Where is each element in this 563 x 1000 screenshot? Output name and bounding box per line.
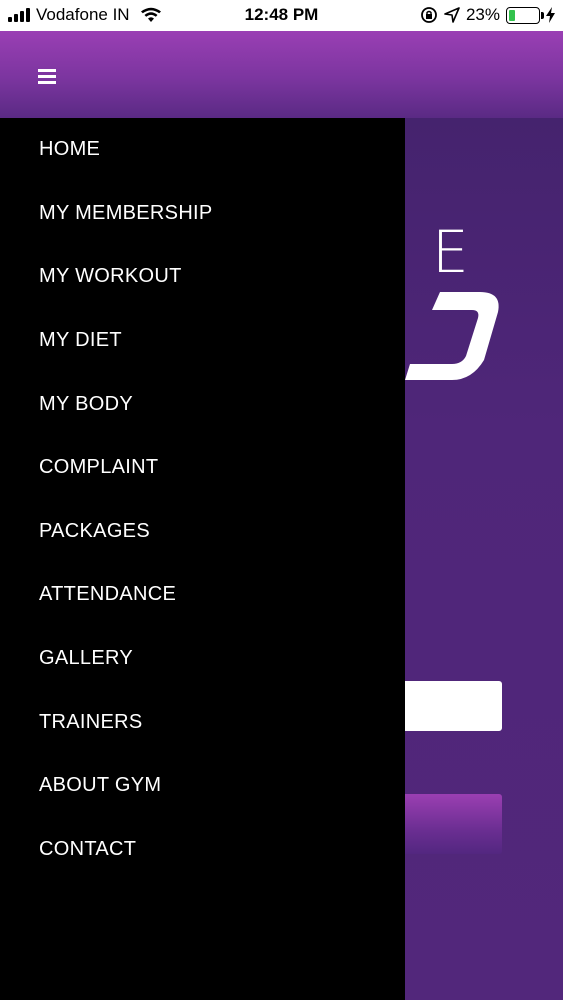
drawer-item-home[interactable]: HOME xyxy=(0,118,405,182)
drawer-item-label: MY WORKOUT xyxy=(39,265,182,288)
battery-icon xyxy=(506,6,544,24)
drawer-item-label: ATTENDANCE xyxy=(39,583,177,606)
drawer-item-trainers[interactable]: TRAINERS xyxy=(0,690,405,754)
drawer-item-label: MY BODY xyxy=(39,392,133,415)
drawer-item-my-body[interactable]: MY BODY xyxy=(0,372,405,436)
drawer-item-about-gym[interactable]: ABOUT GYM xyxy=(0,754,405,818)
drawer-item-my-membership[interactable]: MY MEMBERSHIP xyxy=(0,182,405,246)
charging-bolt-icon xyxy=(546,7,555,23)
drawer-item-my-workout[interactable]: MY WORKOUT xyxy=(0,245,405,309)
battery-percent: 23% xyxy=(465,5,500,24)
drawer-item-complaint[interactable]: COMPLAINT xyxy=(0,436,405,500)
drawer-item-label: ABOUT GYM xyxy=(39,774,162,797)
drawer-item-label: MY MEMBERSHIP xyxy=(39,201,213,224)
drawer-item-label: GALLERY xyxy=(39,647,134,670)
drawer-menu-list: HOME MY MEMBERSHIP MY WORKOUT MY DIET MY… xyxy=(0,118,405,881)
drawer-item-label: TRAINERS xyxy=(39,710,143,733)
drawer-item-contact[interactable]: CONTACT xyxy=(0,818,405,882)
drawer-item-label: COMPLAINT xyxy=(39,456,159,479)
location-arrow-icon xyxy=(444,7,460,23)
drawer-item-attendance[interactable]: ATTENDANCE xyxy=(0,563,405,627)
status-bar: Vodafone IN 12:48 PM 23% xyxy=(0,0,563,31)
app-screen: E Vodafone IN 12:48 PM 23% HOME MY MEMBE… xyxy=(0,0,563,1000)
drawer-item-label: CONTACT xyxy=(39,837,137,860)
hamburger-menu-icon[interactable] xyxy=(34,65,60,87)
app-header xyxy=(0,31,563,118)
battery-fill xyxy=(509,9,516,21)
drawer-item-label: MY DIET xyxy=(39,329,122,352)
drawer-item-label: PACKAGES xyxy=(39,519,150,542)
status-right: 23% xyxy=(420,5,555,25)
drawer-item-gallery[interactable]: GALLERY xyxy=(0,627,405,691)
drawer-item-packages[interactable]: PACKAGES xyxy=(0,500,405,564)
drawer-item-my-diet[interactable]: MY DIET xyxy=(0,309,405,373)
navigation-drawer: HOME MY MEMBERSHIP MY WORKOUT MY DIET MY… xyxy=(0,118,405,1000)
rotation-lock-icon xyxy=(421,7,437,23)
drawer-item-label: HOME xyxy=(39,138,101,161)
